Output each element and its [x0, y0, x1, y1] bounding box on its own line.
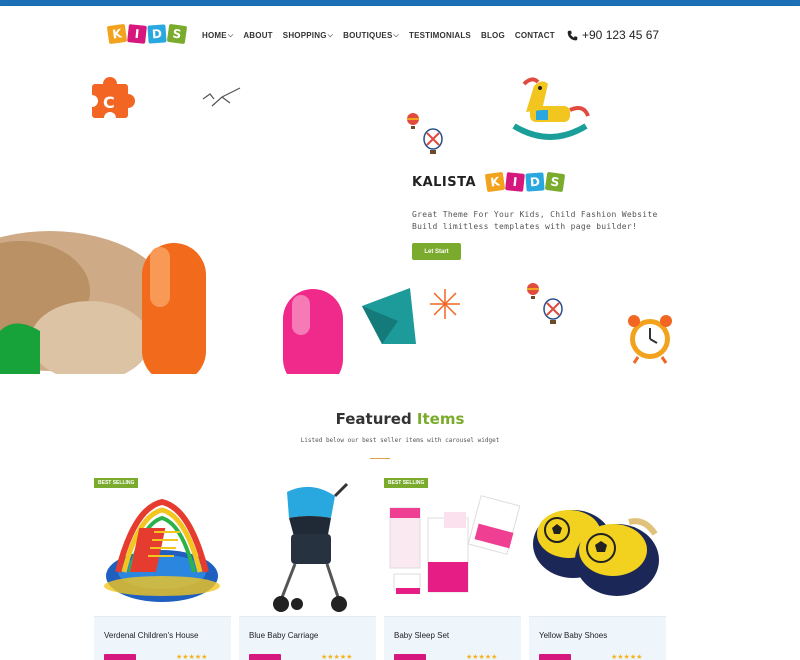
phone-number: +90 123 45 67	[582, 28, 660, 42]
hot-air-balloon-icon	[407, 113, 419, 129]
nav-item-shopping[interactable]: SHOPPING ⌵	[283, 31, 333, 40]
best-selling-badge: BEST SELLING	[94, 478, 139, 488]
svg-text:C: C	[103, 93, 115, 112]
price-tag	[539, 654, 571, 660]
product-image[interactable]: BEST SELLING	[384, 478, 521, 616]
product-info: Yellow Baby Shoes ★★★★★	[529, 616, 666, 660]
hero-banner: C KALISTA K I D S Great Theme For Your K…	[0, 61, 800, 374]
price-tag	[104, 654, 136, 660]
hero-brand-name: KALISTA	[412, 174, 477, 190]
yellow-baby-shoes-image	[533, 510, 659, 596]
product-card[interactable]: BEST SELLING Verdenal Children's House ★…	[94, 478, 231, 660]
rating-stars: ★★★★★	[321, 654, 353, 660]
chevron-down-icon: ⌵	[393, 31, 400, 39]
hero-illustration: C	[0, 77, 672, 374]
rocking-horse-icon	[512, 77, 590, 140]
hero-tagline: Great Theme For Your Kids, Child Fashion…	[412, 209, 658, 233]
product-name[interactable]: Verdenal Children's House	[104, 631, 198, 640]
featured-title-highlight: Items	[416, 410, 465, 428]
hero-logo-letter-i: I	[505, 172, 525, 192]
hot-air-balloon-icon	[423, 128, 443, 154]
logo-letter-i: I	[127, 24, 147, 44]
price-tag	[394, 654, 426, 660]
product-image[interactable]: BEST SELLING	[94, 478, 231, 616]
nav-item-about[interactable]: ABOUT	[243, 31, 272, 40]
chevron-down-icon: ⌵	[327, 31, 334, 39]
site-logo[interactable]: K I D S	[106, 23, 188, 45]
hero-logo-letter-s: S	[544, 171, 566, 193]
inflatable-pool-image	[104, 498, 220, 602]
lets-start-button[interactable]: Let Start	[412, 243, 461, 260]
product-card[interactable]: BEST SELLING Baby Sleep Set ★★★★★	[384, 478, 521, 660]
nav-item-blog[interactable]: BLOG	[481, 31, 505, 40]
pyramid-shape	[362, 288, 416, 344]
hero-tagline-line: Great Theme For Your Kids, Child Fashion…	[412, 210, 658, 219]
nav-item-label: HOME	[202, 31, 227, 40]
hot-air-balloon-icon	[527, 283, 539, 299]
alarm-clock-icon	[628, 315, 672, 364]
nav-item-label: ABOUT	[243, 31, 273, 40]
spark-icon	[430, 289, 460, 319]
nav-item-label: BOUTIQUES	[343, 31, 393, 40]
chevron-down-icon: ⌵	[227, 31, 234, 39]
logo-letter-s: S	[166, 23, 188, 45]
hero-logo-letter-k: K	[484, 171, 506, 193]
hero-logo-letter-d: D	[525, 172, 545, 192]
nav-item-boutiques[interactable]: BOUTIQUES ⌵	[343, 31, 399, 40]
logo-letter-k: K	[106, 23, 128, 45]
hero-kids-logo: K I D S	[484, 171, 566, 193]
product-info: Baby Sleep Set ★★★★★	[384, 616, 521, 660]
birds-icon	[202, 87, 241, 107]
best-selling-badge: BEST SELLING	[384, 478, 429, 488]
rating-stars: ★★★★★	[176, 654, 208, 660]
nav-item-label: TESTIMONIALS	[409, 31, 471, 40]
rating-stars: ★★★★★	[466, 654, 498, 660]
featured-subtitle: Listed below our best seller items with …	[300, 437, 500, 444]
product-image[interactable]	[239, 478, 376, 616]
site-header: K I D S HOME ⌵ ABOUT SHOPPING ⌵ BOUTIQUES ⌵…	[0, 6, 800, 61]
hero-brand: KALISTA K I D S	[412, 171, 566, 193]
product-image[interactable]	[529, 478, 666, 616]
nav-item-home[interactable]: HOME ⌵	[202, 31, 233, 40]
product-name[interactable]: Blue Baby Carriage	[249, 631, 318, 640]
puzzle-piece-icon: C	[86, 77, 135, 124]
price-tag	[249, 654, 281, 660]
baby-sleep-set-image	[389, 495, 521, 594]
product-card[interactable]: Yellow Baby Shoes ★★★★★	[529, 478, 666, 660]
nav-item-contact[interactable]: CONTACT	[515, 31, 555, 40]
product-card[interactable]: Blue Baby Carriage ★★★★★	[239, 478, 376, 660]
nav-item-label: BLOG	[480, 31, 505, 40]
nav-item-testimonials[interactable]: TESTIMONIALS	[409, 31, 471, 40]
product-info: Verdenal Children's House ★★★★★	[94, 616, 231, 660]
featured-title-plain: Featured	[335, 410, 412, 428]
logo-letter-d: D	[147, 24, 167, 44]
nav-item-label: SHOPPING	[282, 31, 327, 40]
product-name[interactable]: Baby Sleep Set	[394, 631, 449, 640]
hot-air-balloon-icon	[543, 298, 563, 324]
product-name[interactable]: Yellow Baby Shoes	[539, 631, 607, 640]
featured-divider	[370, 458, 390, 459]
baby-carriage-image	[273, 482, 349, 612]
nav-item-label: CONTACT	[514, 31, 555, 40]
main-nav: HOME ⌵ ABOUT SHOPPING ⌵ BOUTIQUES ⌵ TESTIMO…	[202, 31, 565, 40]
phone-contact[interactable]: +90 123 45 67	[567, 28, 659, 42]
rating-stars: ★★★★★	[611, 654, 643, 660]
featured-title: Featured Items	[0, 410, 800, 428]
phone-icon	[567, 30, 578, 40]
product-info: Blue Baby Carriage ★★★★★	[239, 616, 376, 660]
hero-tagline-line: Build limitless templates with page buil…	[412, 222, 638, 231]
